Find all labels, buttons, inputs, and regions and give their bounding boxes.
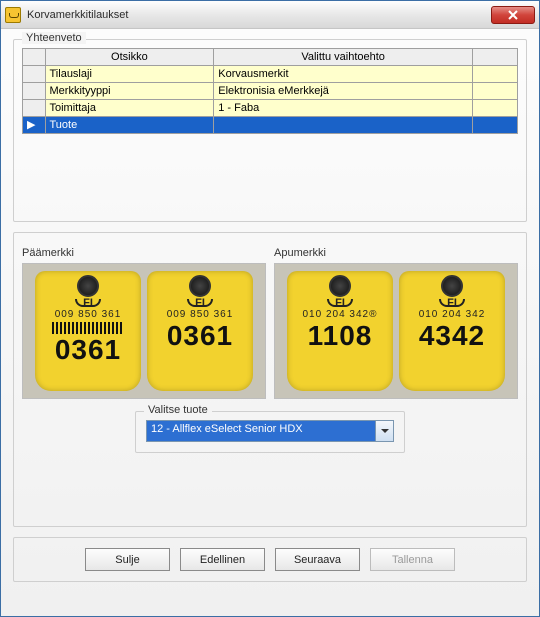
row-indicator (23, 100, 46, 117)
eartag: FI 010 204 342® 1108 (287, 271, 393, 391)
cell-spare (473, 117, 518, 134)
summary-groupbox: Yhteenveto Otsikko Valittu vaihtoehto Ti… (13, 39, 527, 222)
table-row[interactable]: Toimittaja1 - Faba (23, 100, 518, 117)
paamerkki-label: Päämerkki (22, 247, 266, 259)
summary-grid[interactable]: Otsikko Valittu vaihtoehto TilauslajiKor… (22, 48, 518, 134)
apumerkki-label: Apumerkki (274, 247, 518, 259)
cell-key: Toimittaja (45, 100, 214, 117)
preview-groupbox: Päämerkki FI 009 850 361 0361 FI 00 (13, 232, 527, 527)
cell-key: Merkkityyppi (45, 83, 214, 100)
close-window-button[interactable] (491, 6, 535, 24)
app-icon (5, 7, 21, 23)
table-row[interactable]: TilauslajiKorvausmerkit (23, 66, 518, 83)
paamerkki-image: FI 009 850 361 0361 FI 009 850 361 0361 (22, 263, 266, 399)
cell-value: Elektronisia eMerkkejä (214, 83, 473, 100)
row-indicator (23, 83, 46, 100)
grid-rowheader-col (23, 49, 46, 66)
next-button[interactable]: Seuraava (275, 548, 360, 571)
row-indicator (23, 66, 46, 83)
product-combobox[interactable]: 12 - Allflex eSelect Senior HDX (146, 420, 394, 442)
paamerkki-column: Päämerkki FI 009 850 361 0361 FI 00 (22, 247, 266, 399)
table-row[interactable]: ▶Tuote (23, 117, 518, 134)
product-combobox-value: 12 - Allflex eSelect Senior HDX (147, 421, 375, 441)
grid-header-spare (473, 49, 518, 66)
row-indicator: ▶ (23, 117, 46, 134)
button-row: Sulje Edellinen Seuraava Tallenna (13, 537, 527, 582)
cell-value: 1 - Faba (214, 100, 473, 117)
grid-header-key[interactable]: Otsikko (45, 49, 214, 66)
cell-spare (473, 100, 518, 117)
product-select-legend: Valitse tuote (144, 404, 212, 416)
cell-value (214, 117, 473, 134)
product-combobox-button[interactable] (375, 421, 393, 441)
cell-key: Tuote (45, 117, 214, 134)
eartag: FI 010 204 342 4342 (399, 271, 505, 391)
apumerkki-image: FI 010 204 342® 1108 FI 010 204 342 4342 (274, 263, 518, 399)
cell-spare (473, 83, 518, 100)
eartag: FI 009 850 361 0361 (147, 271, 253, 391)
product-select-groupbox: Valitse tuote 12 - Allflex eSelect Senio… (135, 411, 405, 453)
grid-header-value[interactable]: Valittu vaihtoehto (214, 49, 473, 66)
previous-button[interactable]: Edellinen (180, 548, 265, 571)
close-button[interactable]: Sulje (85, 548, 170, 571)
save-button: Tallenna (370, 548, 455, 571)
barcode (52, 322, 124, 334)
title-bar: Korvamerkkitilaukset (1, 1, 539, 29)
cell-spare (473, 66, 518, 83)
cell-value: Korvausmerkit (214, 66, 473, 83)
client-area: Yhteenveto Otsikko Valittu vaihtoehto Ti… (1, 29, 539, 616)
window-title: Korvamerkkitilaukset (27, 9, 128, 21)
table-row[interactable]: MerkkityyppiElektronisia eMerkkejä (23, 83, 518, 100)
cell-key: Tilauslaji (45, 66, 214, 83)
chevron-down-icon (381, 427, 389, 435)
summary-legend: Yhteenveto (22, 32, 86, 44)
dialog-window: Korvamerkkitilaukset Yhteenveto Otsikko … (0, 0, 540, 617)
eartag: FI 009 850 361 0361 (35, 271, 141, 391)
close-icon (508, 10, 518, 20)
apumerkki-column: Apumerkki FI 010 204 342® 1108 FI 010 20… (274, 247, 518, 399)
